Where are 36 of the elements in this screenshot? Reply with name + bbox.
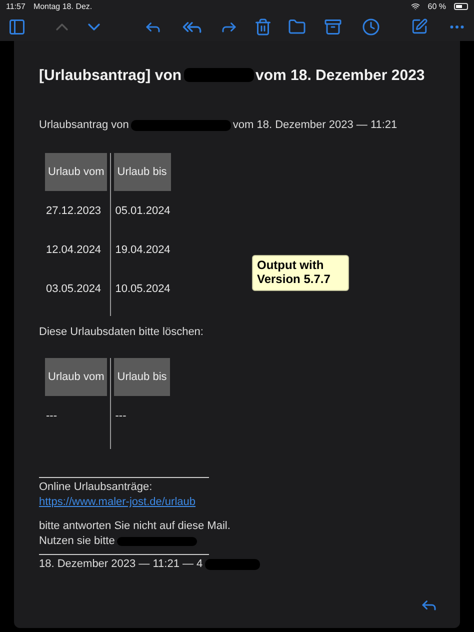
table-cell-text: --- xyxy=(114,408,128,424)
table-cell-text: --- xyxy=(45,408,58,424)
archive-icon[interactable] xyxy=(324,18,342,36)
compose-icon[interactable] xyxy=(411,18,428,35)
column-header: Urlaub vom xyxy=(45,358,108,396)
caption-text: Diese Urlaubsdaten bitte löschen: xyxy=(39,326,204,338)
redaction-mark xyxy=(204,558,260,570)
status-time: 11:57 xyxy=(6,2,26,10)
sidebar-icon[interactable] xyxy=(8,18,26,36)
table-cell-text: 27.12.2023 xyxy=(45,204,102,218)
trash-icon[interactable] xyxy=(254,18,272,36)
column-header: Urlaub vom xyxy=(45,153,108,191)
status-date: Montag 18. Dez. xyxy=(33,2,92,10)
battery-icon xyxy=(454,2,468,10)
notice-text: bitte antworten Sie nicht auf diese Mail. xyxy=(39,520,230,532)
callout-note: Output with Version 5.7.7 xyxy=(252,255,349,291)
intro-text: vom 18. Dezember 2023 — 11:21 xyxy=(232,119,398,131)
wifi-icon xyxy=(410,2,420,10)
subject-text: [Urlaubsantrag] von xyxy=(39,66,182,84)
battery-percent: 60 % xyxy=(428,2,446,10)
url-link[interactable]: https://www.maler-jost.de/urlaub xyxy=(39,496,196,508)
table-cell-text: 12.04.2024 xyxy=(45,242,102,258)
subject-text: vom 18. Dezember 2023 xyxy=(256,66,425,84)
online-label: Online Urlaubsanträge: xyxy=(39,481,152,493)
table-cell-text: 10.05.2024 xyxy=(114,282,172,296)
column-header: Urlaub bis xyxy=(114,153,172,191)
footer-text: 18. Dezember 2023 — 11:21 — 4 xyxy=(39,558,203,570)
intro-text: Urlaubsantrag von xyxy=(39,119,129,131)
column-header: Urlaub bis xyxy=(114,358,170,396)
table-cell-text: 03.05.2024 xyxy=(45,282,102,296)
table-cell-text: 05.01.2024 xyxy=(114,204,172,218)
folder-icon[interactable] xyxy=(288,18,306,36)
table-cell-text: 19.04.2024 xyxy=(114,242,172,258)
redaction-mark xyxy=(184,68,254,82)
notice-text: Nutzen sie bitte xyxy=(39,535,115,547)
clock-icon[interactable] xyxy=(362,18,380,36)
